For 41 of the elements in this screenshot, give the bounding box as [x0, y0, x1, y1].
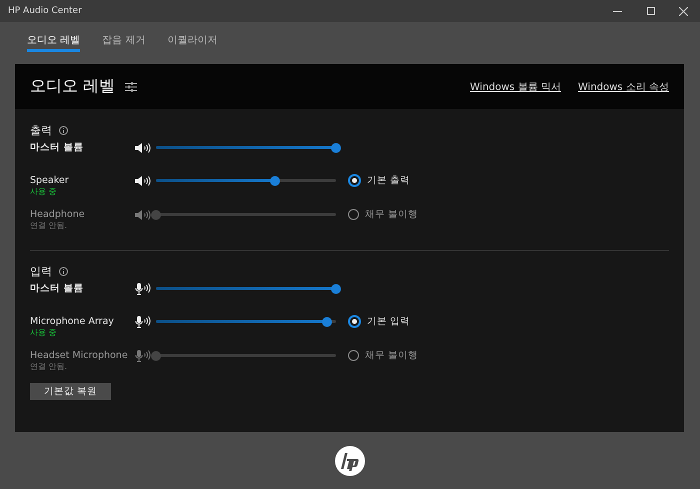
master-volume-label: 마스터 볼륨: [30, 141, 84, 154]
device-status: 사용 중: [30, 187, 58, 197]
microphone-icon: [135, 350, 152, 362]
slider-thumb[interactable]: [331, 284, 341, 294]
device-name: Headset Microphone: [30, 349, 129, 362]
tab[interactable]: 오디오 레벨: [27, 33, 80, 52]
sliders-icon[interactable]: [125, 82, 138, 92]
logo-icon: [335, 446, 365, 476]
master-volume-label: 마스터 볼륨: [30, 282, 84, 295]
device-status: 사용 중: [30, 328, 58, 338]
settings-link[interactable]: Windows 소리 속성: [578, 80, 669, 94]
info-icon[interactable]: [59, 126, 68, 134]
device-name: Headphone: [30, 208, 86, 221]
maximize-icon: [646, 7, 654, 15]
radio-circle[interactable]: [348, 174, 361, 187]
speaker-icon: [135, 210, 152, 220]
section-title: 출력: [30, 122, 52, 138]
window-title: HP Audio Center: [8, 6, 83, 16]
speaker-icon: [135, 142, 152, 152]
tab[interactable]: 이퀄라이저: [167, 33, 218, 52]
close-icon: [679, 6, 688, 16]
slider-thumb[interactable]: [331, 142, 341, 152]
settings-link[interactable]: Windows 볼륨 믹서: [470, 80, 561, 94]
device-name: Microphone Array: [30, 315, 115, 328]
restore-defaults-button[interactable]: 기본값 복원: [30, 383, 111, 400]
speaker-icon: [135, 176, 152, 186]
tab[interactable]: 잡음 제거: [102, 33, 146, 52]
section-title: 입력: [30, 264, 52, 278]
device-status: 연결 안됨.: [30, 362, 68, 372]
microphone-icon: [135, 316, 152, 328]
microphone-icon: [135, 282, 152, 294]
default-radio[interactable]: 기본 출력: [348, 174, 669, 187]
panel-title: 오디오 레벨: [30, 76, 116, 97]
info-icon[interactable]: [59, 266, 68, 276]
default-radio[interactable]: 기본 입력: [348, 315, 669, 328]
minimize-icon: [613, 10, 622, 12]
slider-thumb[interactable]: [270, 176, 280, 186]
device-name: Speaker: [30, 174, 70, 187]
slider-thumb[interactable]: [322, 316, 332, 326]
device-status: 연결 안됨.: [30, 221, 68, 231]
radio-circle[interactable]: [348, 315, 361, 328]
